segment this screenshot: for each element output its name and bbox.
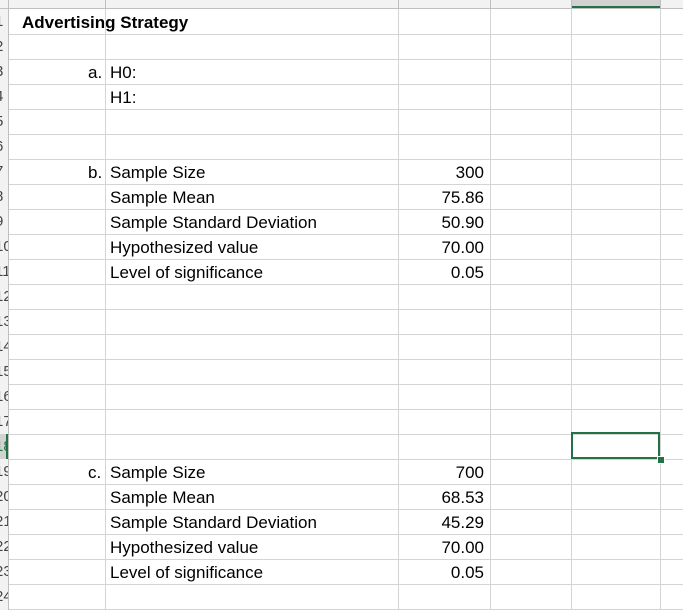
row-number[interactable]: 3 <box>0 59 8 84</box>
row-number[interactable]: 22 <box>0 534 8 559</box>
gridline <box>490 9 491 610</box>
cell-c10-value[interactable]: 70.00 <box>398 235 484 260</box>
active-row-indicator <box>6 434 8 459</box>
cell-c19-value[interactable]: 700 <box>398 460 484 485</box>
cell-b21-label[interactable]: Sample Standard Deviation <box>110 510 317 535</box>
column-separator <box>105 0 106 8</box>
cell-b20-label[interactable]: Sample Mean <box>110 485 215 510</box>
cell-c9-value[interactable]: 50.90 <box>398 210 484 235</box>
row-number[interactable]: 8 <box>0 184 8 209</box>
row-number[interactable]: 13 <box>0 309 8 334</box>
cell-b22-label[interactable]: Hypothesized value <box>110 535 258 560</box>
row-header-bar[interactable]: 1 2 3 4 5 6 7 8 9 10 11 12 13 14 15 16 1… <box>0 9 9 610</box>
column-separator <box>571 0 572 8</box>
cell-c22-value[interactable]: 70.00 <box>398 535 484 560</box>
cell-c11-value[interactable]: 0.05 <box>398 260 484 285</box>
column-header-e-selected[interactable] <box>571 0 660 8</box>
cell-a7-part-label[interactable]: b. <box>88 160 102 185</box>
column-header-bar[interactable] <box>0 0 683 9</box>
cell-b19-label[interactable]: Sample Size <box>110 460 205 485</box>
gridline <box>9 384 683 385</box>
cell-c7-value[interactable]: 300 <box>398 160 484 185</box>
row-number[interactable]: 23 <box>0 559 8 584</box>
cell-c23-value[interactable]: 0.05 <box>398 560 484 585</box>
row-number[interactable]: 21 <box>0 509 8 534</box>
fill-handle[interactable] <box>657 456 665 464</box>
gridline <box>9 409 683 410</box>
gridline <box>9 309 683 310</box>
column-separator <box>398 0 399 8</box>
gridline <box>105 9 106 610</box>
cell-b7-label[interactable]: Sample Size <box>110 160 205 185</box>
row-number[interactable]: 9 <box>0 209 8 234</box>
row-number[interactable]: 16 <box>0 384 8 409</box>
row-number[interactable]: 10 <box>0 234 8 259</box>
cell-b11-label[interactable]: Level of significance <box>110 260 263 285</box>
row-number[interactable]: 15 <box>0 359 8 384</box>
row-number[interactable]: 5 <box>0 109 8 134</box>
cell-a19-part-label[interactable]: c. <box>88 460 101 485</box>
gridline <box>9 334 683 335</box>
cell-a3-part-label[interactable]: a. <box>88 60 102 85</box>
cell-c8-value[interactable]: 75.86 <box>398 185 484 210</box>
cell-b23-label[interactable]: Level of significance <box>110 560 263 585</box>
row-number[interactable]: 19 <box>0 459 8 484</box>
active-cell-selection[interactable] <box>571 432 660 459</box>
gridline <box>9 134 683 135</box>
gridline <box>9 359 683 360</box>
row-number[interactable]: 1 <box>0 9 8 34</box>
gridline <box>571 9 572 610</box>
row-number[interactable]: 14 <box>0 334 8 359</box>
row-number[interactable]: 17 <box>0 409 8 434</box>
spreadsheet-grid[interactable]: 1 2 3 4 5 6 7 8 9 10 11 12 13 14 15 16 1… <box>0 0 683 610</box>
row-number[interactable]: 2 <box>0 34 8 59</box>
row-number[interactable]: 7 <box>0 159 8 184</box>
cell-b8-label[interactable]: Sample Mean <box>110 185 215 210</box>
gridline <box>660 9 661 610</box>
cell-b4-h1[interactable]: H1: <box>110 85 136 110</box>
row-number[interactable]: 24 <box>0 584 8 609</box>
cell-b9-label[interactable]: Sample Standard Deviation <box>110 210 317 235</box>
column-separator <box>8 0 9 8</box>
cell-a1-title[interactable]: Advertising Strategy <box>22 10 188 35</box>
cell-c21-value[interactable]: 45.29 <box>398 510 484 535</box>
cell-b3-h0[interactable]: H0: <box>110 60 136 85</box>
row-number[interactable]: 12 <box>0 284 8 309</box>
row-number[interactable]: 20 <box>0 484 8 509</box>
column-separator <box>660 0 661 8</box>
row-number[interactable]: 11 <box>0 259 8 284</box>
cell-c20-value[interactable]: 68.53 <box>398 485 484 510</box>
column-separator <box>490 0 491 8</box>
row-number[interactable]: 6 <box>0 134 8 159</box>
row-number[interactable]: 4 <box>0 84 8 109</box>
cell-b10-label[interactable]: Hypothesized value <box>110 235 258 260</box>
